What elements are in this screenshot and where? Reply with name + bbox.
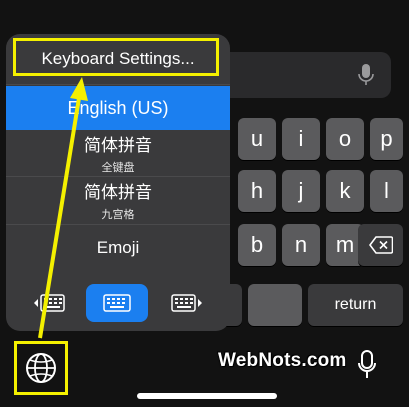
key-n[interactable]: n — [282, 224, 320, 266]
language-item-pinyin-10key[interactable]: 简体拼音 九宫格 — [6, 176, 230, 225]
full-keyboard-button[interactable] — [86, 284, 148, 322]
key-o[interactable]: o — [326, 118, 364, 160]
language-sublabel: 全键盘 — [101, 162, 135, 174]
language-label: Emoji — [96, 238, 140, 257]
delete-key[interactable] — [358, 224, 403, 266]
space-key[interactable] — [248, 284, 302, 326]
key-i[interactable]: i — [282, 118, 320, 160]
watermark: WebNots.com — [218, 350, 347, 371]
key-h[interactable]: h — [238, 170, 276, 212]
home-indicator[interactable] — [137, 393, 277, 399]
key-b[interactable]: b — [238, 224, 276, 266]
language-label: 简体拼音 — [84, 183, 152, 202]
globe-icon[interactable] — [24, 351, 58, 385]
left-handed-keyboard-button[interactable] — [18, 284, 80, 322]
language-item-emoji[interactable]: Emoji — [6, 224, 230, 272]
key-k[interactable]: k — [326, 170, 364, 212]
settings-highlight-box — [13, 38, 219, 76]
return-key[interactable]: return — [308, 284, 403, 326]
language-label: 简体拼音 — [84, 136, 152, 155]
key-u[interactable]: u — [238, 118, 276, 160]
key-p[interactable]: p — [370, 118, 403, 160]
right-handed-keyboard-button[interactable] — [156, 284, 218, 322]
key-l[interactable]: l — [370, 170, 403, 212]
dictation-microphone-icon[interactable] — [357, 350, 377, 380]
key-j[interactable]: j — [282, 170, 320, 212]
keyboard-menu-popup: Keyboard Settings... English (US) 简体拼音 全… — [6, 34, 230, 331]
language-sublabel: 九宫格 — [101, 209, 135, 221]
language-item-english[interactable]: English (US) — [6, 86, 230, 130]
full-keyboard-icon — [103, 294, 131, 312]
language-item-pinyin-qwerty[interactable]: 简体拼音 全键盘 — [6, 130, 230, 177]
microphone-icon[interactable] — [357, 63, 375, 87]
left-handed-keyboard-icon — [34, 294, 65, 312]
right-handed-keyboard-icon — [171, 294, 202, 312]
delete-icon — [368, 236, 393, 254]
language-label: English (US) — [67, 97, 169, 118]
